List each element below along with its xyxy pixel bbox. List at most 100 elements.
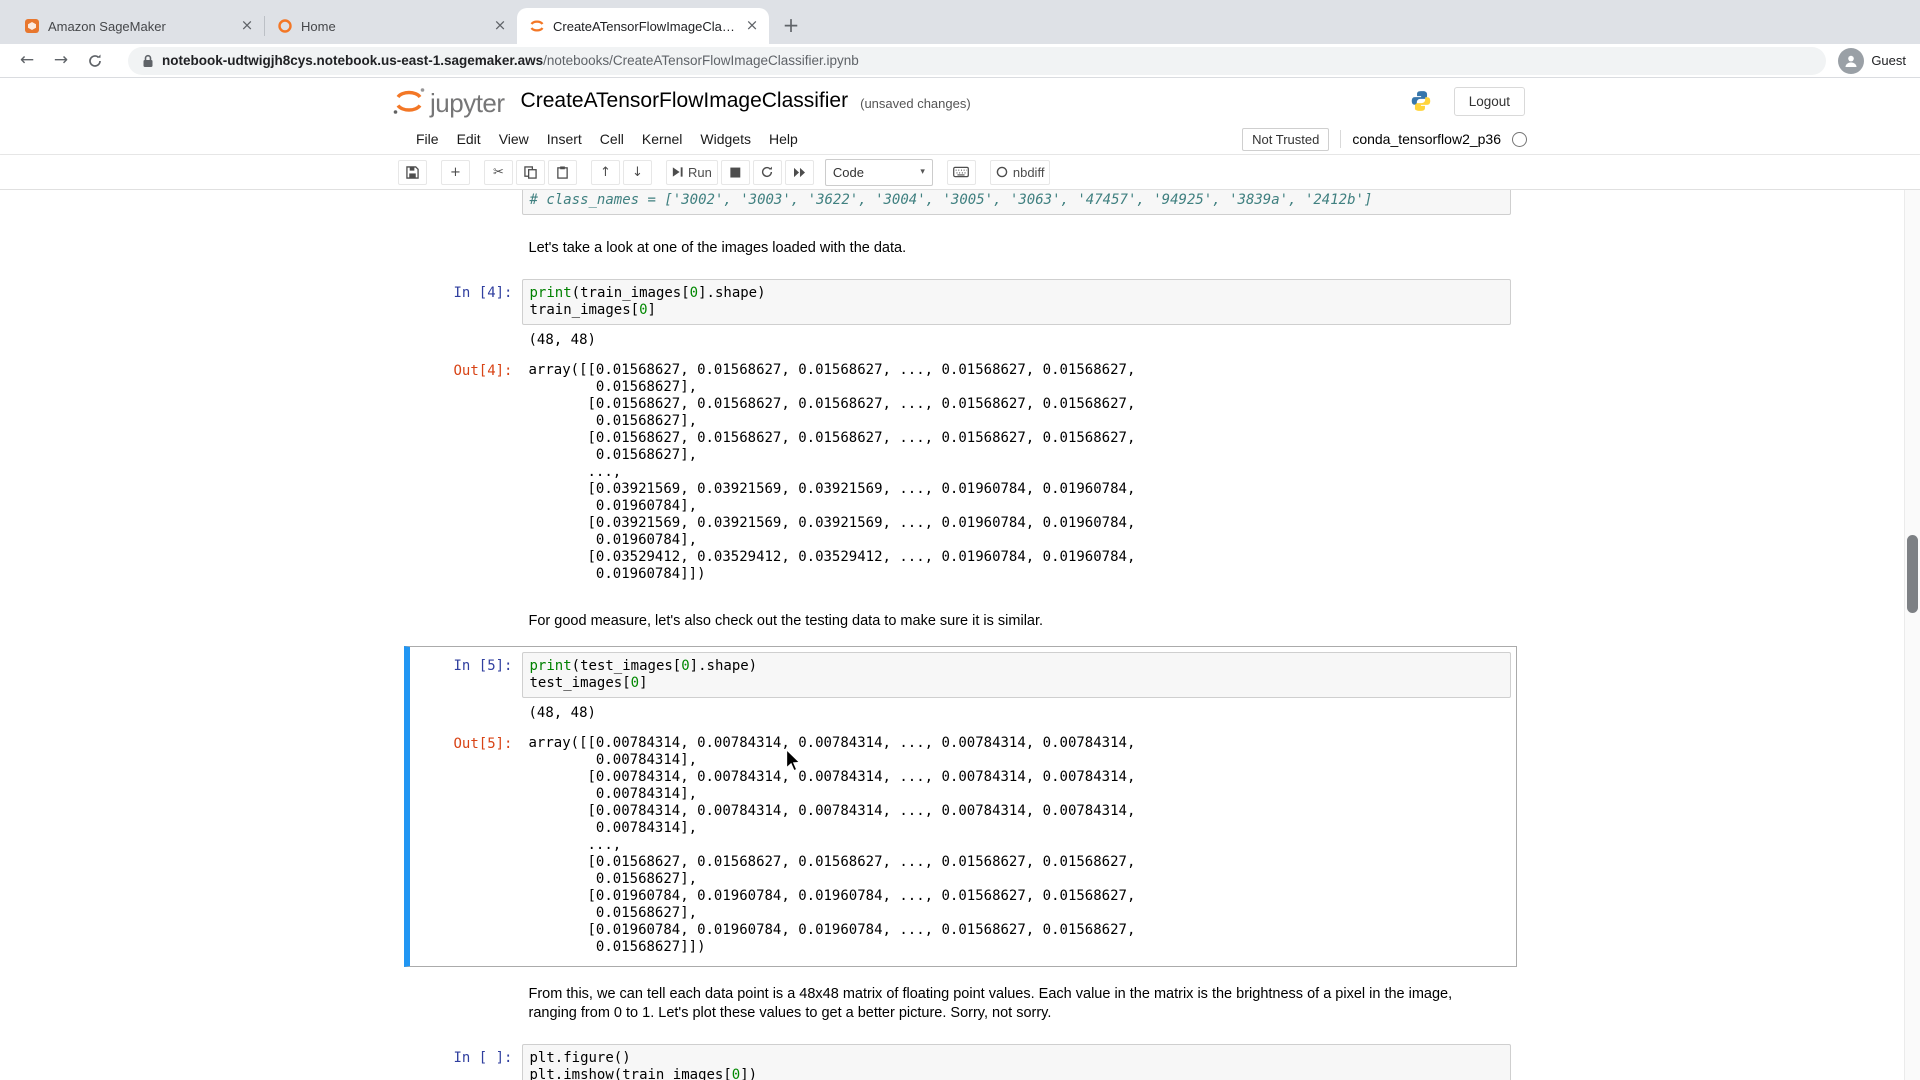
scrollbar-thumb[interactable] xyxy=(1907,535,1918,613)
paste-icon xyxy=(556,166,569,179)
execute-result-output: array([[0.00784314, 0.00784314, 0.007843… xyxy=(522,730,1511,961)
markdown-text: From this, we can tell each data point i… xyxy=(522,979,1511,1029)
logout-button[interactable]: Logout xyxy=(1454,87,1525,116)
cell-prompt xyxy=(415,233,522,239)
stream-output: (48, 48) xyxy=(522,700,1511,727)
output-prompt: Out[5]: xyxy=(415,730,522,753)
code-cell[interactable]: # class_names = ['3002', '3003', '3622',… xyxy=(404,190,1517,221)
menu-file[interactable]: File xyxy=(407,126,448,152)
input-prompt: In [4]: xyxy=(415,279,522,302)
close-icon[interactable]: × xyxy=(743,17,761,35)
markdown-text: For good measure, let's also check out t… xyxy=(522,606,1511,637)
move-up-button[interactable]: ↑ xyxy=(591,160,620,185)
reload-icon[interactable] xyxy=(82,48,108,74)
input-prompt: In [5]: xyxy=(415,652,522,675)
kernel-idle-icon xyxy=(1512,132,1527,147)
markdown-text: Let's take a look at one of the images l… xyxy=(522,233,1511,264)
address-input[interactable]: notebook-udtwigjh8cys.notebook.us-east-1… xyxy=(128,47,1826,75)
notebook-scroll-area: # class_names = ['3002', '3003', '3622',… xyxy=(0,190,1920,1080)
cell-prompt xyxy=(415,606,522,612)
menu-kernel[interactable]: Kernel xyxy=(633,126,691,152)
cell-prompt xyxy=(415,979,522,985)
menu-cell[interactable]: Cell xyxy=(591,126,633,152)
menu-help[interactable]: Help xyxy=(760,126,807,152)
cell-type-value: Code xyxy=(833,165,864,180)
markdown-cell[interactable]: From this, we can tell each data point i… xyxy=(404,973,1517,1035)
code-editor[interactable]: plt.figure() plt.imshow(train_images[0])… xyxy=(522,1044,1511,1080)
menu-edit[interactable]: Edit xyxy=(448,126,490,152)
menu-insert[interactable]: Insert xyxy=(538,126,591,152)
output-prompt: Out[4]: xyxy=(415,357,522,380)
save-icon xyxy=(406,166,419,179)
run-button[interactable]: Run xyxy=(666,160,718,185)
jupyter-favicon-icon xyxy=(277,18,293,34)
notebook-menubar: File Edit View Insert Cell Kernel Widget… xyxy=(0,124,1920,155)
nbdiff-icon xyxy=(996,166,1008,178)
notebook: # class_names = ['3002', '3003', '3622',… xyxy=(404,190,1517,1080)
close-icon[interactable]: × xyxy=(238,17,256,35)
save-button[interactable] xyxy=(398,160,427,185)
add-cell-button[interactable]: + xyxy=(441,160,470,185)
kernel-name: conda_tensorflow2_p36 xyxy=(1352,131,1501,147)
code-cell[interactable]: In [4]:print(train_images[0].shape) trai… xyxy=(404,273,1517,594)
cell-prompt xyxy=(415,700,522,706)
tab-separator xyxy=(264,16,265,36)
tab-title: Amazon SageMaker xyxy=(48,19,230,34)
notebook-title[interactable]: CreateATensorFlowImageClassifier xyxy=(521,89,849,113)
run-icon xyxy=(672,166,683,178)
copy-icon xyxy=(524,166,537,179)
browser-profile-chip[interactable]: Guest xyxy=(1838,48,1906,74)
tab-amazon-sagemaker[interactable]: Amazon SageMaker × xyxy=(12,8,264,44)
code-cell[interactable]: In [ ]:plt.figure() plt.imshow(train_ima… xyxy=(404,1038,1517,1080)
jupyter-wordmark: jupyter xyxy=(430,90,505,116)
chevron-down-icon: ▾ xyxy=(920,167,925,177)
cut-cell-button[interactable]: ✂ xyxy=(484,160,513,185)
restart-kernel-button[interactable] xyxy=(753,160,782,185)
separator xyxy=(1340,130,1341,148)
back-icon[interactable]: ← xyxy=(14,48,40,74)
interrupt-kernel-button[interactable]: ■ xyxy=(721,160,750,185)
restart-run-all-button[interactable] xyxy=(785,160,814,185)
nbdiff-label: nbdiff xyxy=(1013,165,1045,180)
stream-output: (48, 48) xyxy=(522,327,1511,354)
jupyter-favicon-icon xyxy=(529,18,545,34)
sagemaker-favicon-icon xyxy=(24,18,40,34)
copy-cell-button[interactable] xyxy=(516,160,545,185)
input-prompt: In [ ]: xyxy=(415,1044,522,1067)
tab-home[interactable]: Home × xyxy=(265,8,517,44)
markdown-cell[interactable]: Let's take a look at one of the images l… xyxy=(404,227,1517,270)
browser-tab-bar: Amazon SageMaker × Home × CreateATensorF… xyxy=(0,0,1920,44)
menu-widgets[interactable]: Widgets xyxy=(691,126,760,152)
forward-icon[interactable]: → xyxy=(48,48,74,74)
command-palette-button[interactable] xyxy=(947,160,976,185)
trust-status-button[interactable]: Not Trusted xyxy=(1242,128,1329,151)
menu-view[interactable]: View xyxy=(490,126,538,152)
move-down-button[interactable]: ↓ xyxy=(623,160,652,185)
paste-cell-button[interactable] xyxy=(548,160,577,185)
fast-forward-icon xyxy=(793,167,806,178)
code-editor[interactable]: print(train_images[0].shape) train_image… xyxy=(522,279,1511,325)
guest-label: Guest xyxy=(1871,53,1906,68)
jupyter-header: jupyter CreateATensorFlowImageClassifier… xyxy=(0,78,1920,124)
tab-title: Home xyxy=(301,19,483,34)
guest-avatar-icon xyxy=(1838,48,1864,74)
restart-icon xyxy=(760,165,774,179)
nbdiff-button[interactable]: nbdiff xyxy=(990,160,1051,185)
code-editor[interactable]: # class_names = ['3002', '3003', '3622',… xyxy=(522,190,1511,215)
code-editor[interactable]: print(test_images[0].shape) test_images[… xyxy=(522,652,1511,698)
markdown-cell[interactable]: For good measure, let's also check out t… xyxy=(404,600,1517,643)
scrollbar-track[interactable] xyxy=(1904,190,1920,1080)
tab-notebook-active[interactable]: CreateATensorFlowImageClassifier × xyxy=(517,8,769,44)
code-cell[interactable]: In [5]:print(test_images[0].shape) test_… xyxy=(404,646,1517,967)
close-icon[interactable]: × xyxy=(491,17,509,35)
url-text: notebook-udtwigjh8cys.notebook.us-east-1… xyxy=(162,53,859,68)
python-logo-icon xyxy=(1410,90,1432,112)
keyboard-icon xyxy=(953,166,969,178)
browser-url-bar: ← → notebook-udtwigjh8cys.notebook.us-ea… xyxy=(0,44,1920,78)
tab-title: CreateATensorFlowImageClassifier xyxy=(553,19,735,34)
lock-icon xyxy=(142,54,154,68)
jupyter-logo[interactable]: jupyter xyxy=(392,86,505,116)
jupyter-planet-icon xyxy=(392,86,426,116)
new-tab-button[interactable]: + xyxy=(777,12,805,40)
cell-type-select[interactable]: Code ▾ xyxy=(825,159,933,186)
